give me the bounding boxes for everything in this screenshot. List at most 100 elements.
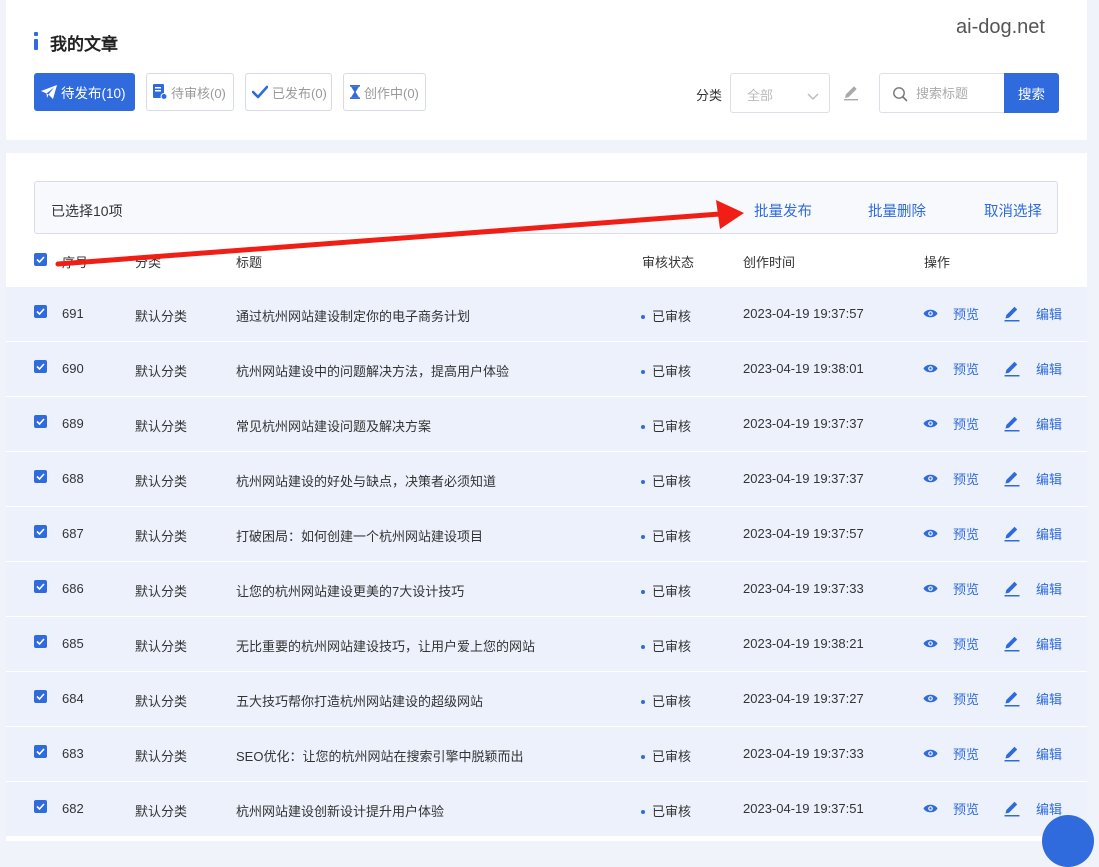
table-row: 683 默认分类 SEO优化：让您的杭州网站在搜索引擎中脱颖而出 已审核 2023-04… [6, 727, 1087, 781]
row-checkbox[interactable] [34, 745, 47, 758]
table-row: 684 默认分类 五大技巧帮你打造杭州网站建设的超级网站 已审核 2023-04-19 … [6, 672, 1087, 726]
preview-button[interactable]: 预览 [923, 359, 979, 378]
preview-button[interactable]: 预览 [923, 304, 979, 323]
tab-label: 待审核(0) [171, 85, 226, 101]
row-title: 杭州网站建设创新设计提升用户体验 [236, 804, 445, 819]
row-title: 让您的杭州网站建设更美的7大设计技巧 [236, 584, 465, 599]
preview-button[interactable]: 预览 [923, 634, 979, 653]
preview-button[interactable]: 预览 [923, 579, 979, 598]
row-status: 已审核 [641, 306, 691, 325]
category-value: 全部 [747, 88, 774, 103]
preview-button[interactable]: 预览 [923, 744, 979, 763]
row-created: 2023-04-19 19:37:57 [743, 526, 864, 541]
row-status: 已审核 [641, 581, 691, 600]
row-category: 默认分类 [135, 639, 188, 654]
edit-button[interactable]: 编辑 [1004, 359, 1062, 378]
row-created: 2023-04-19 19:37:51 [743, 801, 864, 816]
row-id: 682 [62, 801, 84, 816]
row-status-text: 已审核 [652, 309, 692, 324]
preview-button[interactable]: 预览 [923, 689, 979, 708]
preview-label: 预览 [953, 417, 980, 432]
preview-label: 预览 [953, 362, 980, 377]
row-status-text: 已审核 [652, 694, 692, 709]
edit-button[interactable]: 编辑 [1004, 469, 1062, 488]
search-input[interactable] [916, 84, 1000, 102]
edit-label: 编辑 [1036, 747, 1063, 762]
row-title: SEO优化：让您的杭州网站在搜索引擎中脱颖而出 [236, 749, 524, 764]
table-row: 682 默认分类 杭州网站建设创新设计提升用户体验 已审核 2023-04-19 19:… [6, 782, 1087, 836]
edit-label: 编辑 [1036, 692, 1063, 707]
edit-button[interactable]: 编辑 [1004, 799, 1062, 818]
edit-button[interactable]: 编辑 [1004, 414, 1062, 433]
tab-published[interactable]: 已发布(0) [245, 73, 332, 111]
table-row: 685 默认分类 无比重要的杭州网站建设技巧，让用户爱上您的网站 已审核 2023-04… [6, 617, 1087, 671]
row-checkbox[interactable] [34, 635, 47, 648]
column-header-actions: 操作 [924, 255, 951, 270]
row-status: 已审核 [641, 526, 691, 545]
edit-icon [1004, 415, 1029, 432]
tab-drafting[interactable]: 创作中(0) [343, 73, 426, 111]
tab-label: 已发布(0) [272, 85, 327, 101]
preview-button[interactable]: 预览 [923, 469, 979, 488]
edit-icon [1004, 470, 1029, 487]
row-id: 689 [62, 416, 84, 431]
table-row: 686 默认分类 让您的杭州网站建设更美的7大设计技巧 已审核 2023-04-19 1… [6, 562, 1087, 616]
bulk-delete-button[interactable]: 批量删除 [868, 200, 926, 221]
row-status-text: 已审核 [652, 584, 692, 599]
header-panel: 我的文章 ai-dog.net 待发布(10) 待审核(0) 已发布(0) 创作… [6, 0, 1087, 140]
eye-icon [923, 418, 945, 429]
table-row: 687 默认分类 打破困局：如何创建一个杭州网站建设项目 已审核 2023-04-19 … [6, 507, 1087, 561]
status-dot-icon [641, 369, 645, 374]
edit-label: 编辑 [1036, 637, 1063, 652]
status-dot-icon [641, 479, 645, 484]
document-review-icon [153, 84, 167, 100]
edit-button[interactable]: 编辑 [1004, 304, 1062, 323]
pencil-icon[interactable] [842, 83, 860, 106]
bulk-publish-button[interactable]: 批量发布 [754, 200, 812, 221]
edit-icon [1004, 305, 1029, 322]
preview-button[interactable]: 预览 [923, 799, 979, 818]
edit-button[interactable]: 编辑 [1004, 634, 1062, 653]
row-status: 已审核 [641, 636, 691, 655]
row-id: 685 [62, 636, 84, 651]
status-dot-icon [641, 699, 645, 704]
category-label: 分类 [696, 88, 723, 103]
column-header-created: 创作时间 [743, 255, 796, 270]
tab-pending-review[interactable]: 待审核(0) [146, 73, 234, 111]
edit-button[interactable]: 编辑 [1004, 689, 1062, 708]
preview-button[interactable]: 预览 [923, 414, 979, 433]
tab-pending-publish[interactable]: 待发布(10) [34, 73, 135, 111]
row-checkbox[interactable] [34, 470, 47, 483]
row-checkbox[interactable] [34, 360, 47, 373]
search-button[interactable]: 搜索 [1004, 73, 1059, 113]
row-checkbox[interactable] [34, 525, 47, 538]
row-category: 默认分类 [135, 529, 188, 544]
row-checkbox[interactable] [34, 305, 47, 318]
row-title: 杭州网站建设中的问题解决方法，提高用户体验 [236, 364, 510, 379]
row-checkbox[interactable] [34, 800, 47, 813]
select-all-checkbox[interactable] [34, 253, 47, 266]
eye-icon [923, 748, 945, 759]
edit-button[interactable]: 编辑 [1004, 579, 1062, 598]
chat-support-icon[interactable] [1042, 815, 1094, 867]
row-category: 默认分类 [135, 419, 188, 434]
preview-button[interactable]: 预览 [923, 524, 979, 543]
selected-count: 已选择10项 [51, 203, 123, 219]
status-dot-icon [641, 314, 645, 319]
row-checkbox[interactable] [34, 690, 47, 703]
row-title: 无比重要的杭州网站建设技巧，让用户爱上您的网站 [236, 639, 536, 654]
row-created: 2023-04-19 19:37:27 [743, 691, 864, 706]
edit-icon [1004, 745, 1029, 762]
row-status: 已审核 [641, 361, 691, 380]
row-category: 默认分类 [135, 694, 188, 709]
edit-button[interactable]: 编辑 [1004, 524, 1062, 543]
row-checkbox[interactable] [34, 580, 47, 593]
category-select[interactable]: 全部 [730, 73, 830, 113]
watermark: ai-dog.net [956, 16, 1045, 38]
row-category: 默认分类 [135, 584, 188, 599]
row-checkbox[interactable] [34, 415, 47, 428]
column-header-id: 序号 [62, 255, 89, 270]
edit-button[interactable]: 编辑 [1004, 744, 1062, 763]
cancel-selection-button[interactable]: 取消选择 [984, 200, 1042, 221]
row-status-text: 已审核 [652, 419, 692, 434]
